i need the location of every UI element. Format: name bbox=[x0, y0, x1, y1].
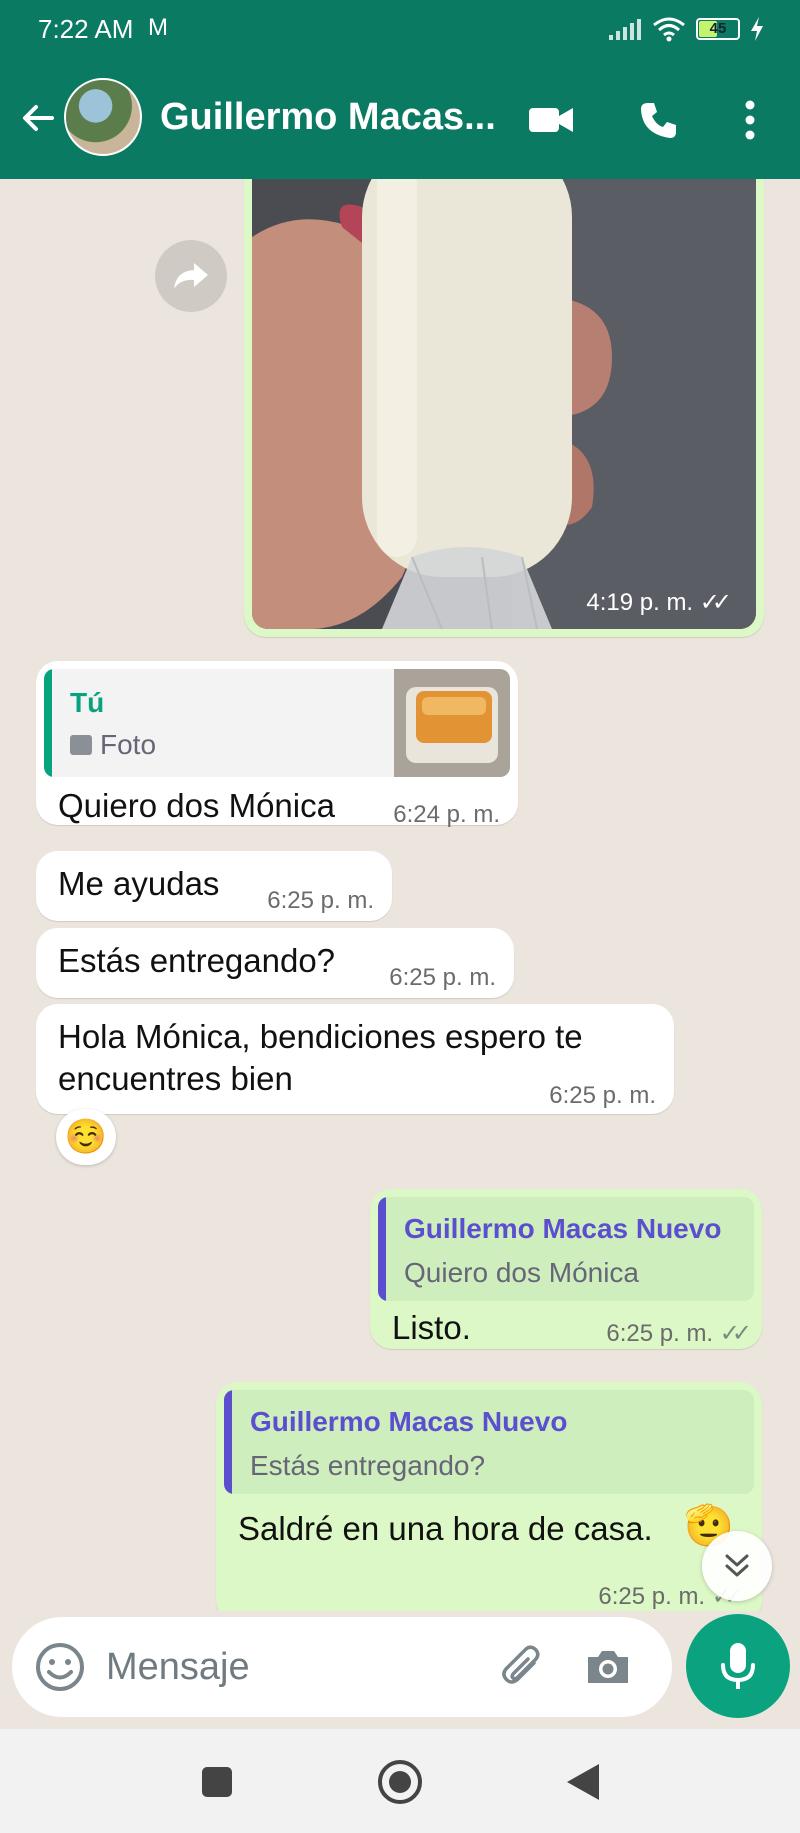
read-receipt-icon: ✓✓ bbox=[699, 589, 732, 616]
quote-author: Tú bbox=[70, 687, 105, 718]
home-button[interactable] bbox=[377, 1759, 423, 1805]
quoted-message[interactable]: Guillermo Macas Nuevo Quiero dos Mónica bbox=[378, 1197, 754, 1301]
incoming-message[interactable]: Me ayudas 6:25 p. m. bbox=[36, 851, 392, 921]
message-text: Quiero dos Mónica bbox=[58, 787, 335, 824]
message-text-line-1: Hola Mónica, bendiciones espero te bbox=[58, 1018, 583, 1055]
message-text: Listo. bbox=[392, 1309, 471, 1346]
circle-icon bbox=[378, 1760, 422, 1804]
quote-bar bbox=[378, 1197, 386, 1301]
quote-bar bbox=[44, 669, 52, 777]
message-composer[interactable] bbox=[12, 1617, 672, 1717]
video-call-icon[interactable] bbox=[525, 94, 577, 146]
attach-icon[interactable] bbox=[496, 1641, 548, 1693]
chat-header: Guillermo Macas... bbox=[0, 70, 800, 170]
photo-image[interactable] bbox=[252, 179, 756, 630]
outgoing-message-reply[interactable]: Guillermo Macas Nuevo Estás entregando? … bbox=[216, 1382, 762, 1611]
message-input[interactable] bbox=[106, 1637, 486, 1697]
incoming-message-reply[interactable]: Tú Foto Quiero dos Mónica 6:24 p. m. bbox=[36, 661, 518, 828]
quote-text: Estás entregando? bbox=[250, 1450, 486, 1481]
status-icons: 45 bbox=[608, 16, 764, 42]
triangle-back-icon bbox=[567, 1764, 599, 1800]
reaction-badge[interactable]: ☺️ bbox=[56, 1109, 116, 1165]
voice-call-icon[interactable] bbox=[632, 94, 684, 146]
message-time: 6:24 p. m. bbox=[393, 801, 500, 828]
message-time: 4:19 p. m. ✓✓ bbox=[586, 588, 732, 617]
system-nav-bar bbox=[0, 1729, 800, 1833]
more-options-icon[interactable] bbox=[724, 94, 776, 146]
quote-author: Guillermo Macas Nuevo bbox=[250, 1406, 568, 1437]
microphone-icon bbox=[721, 1643, 755, 1689]
contact-avatar[interactable] bbox=[64, 78, 142, 156]
image-message[interactable]: 4:19 p. m. ✓✓ bbox=[244, 179, 764, 637]
quoted-message[interactable]: Tú Foto bbox=[44, 669, 510, 777]
time-label: 6:25 p. m. bbox=[598, 1583, 706, 1610]
double-chevron-down-icon bbox=[725, 1554, 749, 1577]
quote-text: Quiero dos Mónica bbox=[404, 1257, 640, 1288]
camera-icon[interactable] bbox=[582, 1641, 634, 1693]
signal-icon bbox=[609, 19, 641, 40]
message-text-line-2: encuentres bien bbox=[58, 1060, 293, 1097]
mail-notification-icon: M bbox=[148, 14, 168, 41]
quoted-message[interactable]: Guillermo Macas Nuevo Estás entregando? bbox=[224, 1390, 754, 1494]
reaction-emoji: ☺️ bbox=[64, 1118, 108, 1156]
quote-bar bbox=[224, 1390, 232, 1494]
square-icon bbox=[202, 1767, 232, 1797]
wifi-icon bbox=[653, 17, 685, 42]
message-text: Saldré en una hora de casa. bbox=[238, 1510, 653, 1547]
battery-level: 45 bbox=[709, 20, 727, 37]
incoming-message[interactable]: Hola Mónica, bendiciones espero te encue… bbox=[36, 1004, 674, 1114]
incoming-message[interactable]: Estás entregando? 6:25 p. m. bbox=[36, 928, 514, 998]
quote-thumbnail bbox=[394, 669, 510, 777]
outgoing-message-reply[interactable]: Guillermo Macas Nuevo Quiero dos Mónica … bbox=[370, 1189, 762, 1349]
charging-icon bbox=[751, 17, 763, 41]
message-text: Me ayudas bbox=[58, 865, 220, 902]
back-arrow-icon[interactable] bbox=[16, 96, 60, 140]
emoji-icon[interactable] bbox=[34, 1641, 86, 1693]
forward-button[interactable] bbox=[155, 240, 227, 312]
back-button[interactable] bbox=[560, 1759, 606, 1805]
time-label: 6:25 p. m. bbox=[606, 1320, 714, 1347]
message-time: 6:25 p. m. bbox=[267, 887, 374, 914]
read-receipt-icon: ✓✓ bbox=[719, 1320, 752, 1347]
recents-button[interactable] bbox=[194, 1759, 240, 1805]
message-text: Estás entregando? bbox=[58, 942, 336, 979]
message-time: 6:25 p. m. bbox=[389, 964, 496, 991]
message-time: 6:25 p. m. ✓✓ bbox=[606, 1319, 752, 1348]
contact-name[interactable]: Guillermo Macas... bbox=[160, 96, 500, 139]
battery-icon: 45 bbox=[696, 18, 740, 40]
message-time: 6:25 p. m. bbox=[549, 1082, 656, 1109]
photo-icon bbox=[70, 735, 92, 755]
status-time: 7:22 AM bbox=[38, 14, 134, 44]
scroll-to-bottom-button[interactable] bbox=[702, 1531, 772, 1601]
time-label: 4:19 p. m. bbox=[586, 589, 694, 616]
chat-area[interactable]: 4:19 p. m. ✓✓ Tú Foto Quiero dos Mónica … bbox=[0, 179, 800, 1611]
voice-message-button[interactable] bbox=[686, 1614, 790, 1718]
forward-icon bbox=[174, 263, 208, 289]
quote-author: Guillermo Macas Nuevo bbox=[404, 1213, 722, 1244]
status-bar: 7:22 AM M 45 bbox=[0, 0, 800, 60]
app-header: 7:22 AM M 45 Guillermo Macas... bbox=[0, 0, 800, 179]
quote-type: Foto bbox=[100, 729, 157, 760]
